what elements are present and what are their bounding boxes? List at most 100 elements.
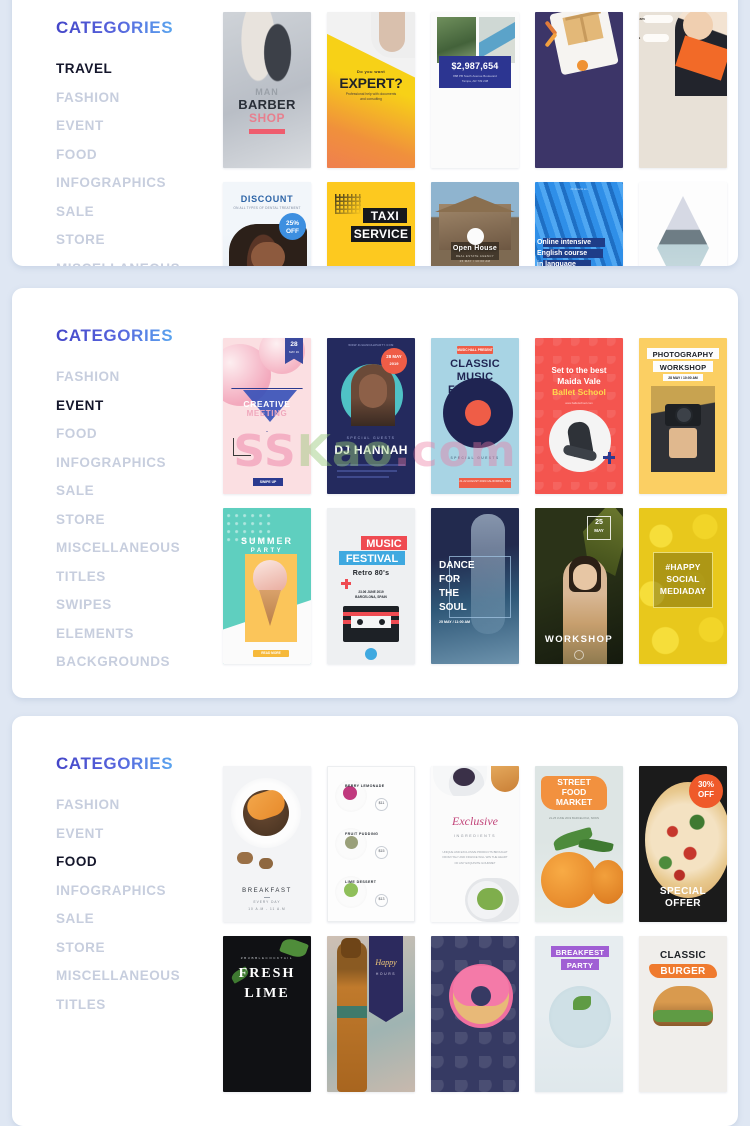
thumb-dj-hannah[interactable]: WWW.DJHANNAHPARTY.COM 28 MAY 2019 SPECIA… — [327, 338, 415, 494]
thumb-breakfest-party[interactable]: BREAKFEST PARTY — [535, 936, 623, 1092]
sidebar-item-swipes[interactable]: SWIPES — [56, 591, 221, 620]
thumb-item2: FRUIT PUDDING — [345, 832, 379, 836]
thumb-price: $2,987,654 — [451, 61, 499, 71]
thumb-fresh-lime-cocktail[interactable]: #BUBBLECOCKTAIL FRESH LIME — [223, 936, 311, 1092]
sidebar-item-infographics[interactable]: INFOGRAPHICS — [56, 449, 221, 478]
thumb-title: Open House — [452, 245, 498, 252]
thumb-line1: Online intensive — [537, 238, 592, 246]
thumb-title3: MARKET — [555, 797, 593, 807]
thumb-happy-hour-beer[interactable]: Happy HOURS — [327, 936, 415, 1092]
thumb-title: WORKSHOP — [544, 634, 614, 645]
thumb-city: Tampa, AR 739 238 — [461, 79, 489, 83]
thumb-breakfast-bowl[interactable]: BREAKFAST EVERY DAY 10 A.M - 11 A.M — [223, 766, 311, 922]
thumb-caption: SHOP — [248, 111, 285, 125]
sidebar-item-sale[interactable]: SALE — [56, 198, 221, 227]
thumb-title1: PHOTOGRAPHY — [652, 350, 714, 359]
sidebar-item-infographics[interactable]: INFOGRAPHICS — [56, 169, 221, 198]
sidebar-item-fashion[interactable]: FASHION — [56, 84, 221, 113]
thumb-dessert-menu[interactable]: BERRY LEMONADE FRUIT PUDDING LIME DESSER… — [327, 766, 415, 922]
sidebar-item-miscellaneous[interactable]: MISCELLANEOUS — [56, 534, 221, 563]
sidebar-item-food[interactable]: FOOD — [56, 420, 221, 449]
thumb-happy-social-media-day[interactable]: #HAPPY SOCIAL MEDIADAY — [639, 508, 727, 664]
thumb-kicker: MUSIC HALL PRESENT — [457, 347, 493, 352]
sidebar-item-miscellaneous[interactable]: MISCELLANEOUS — [56, 962, 221, 991]
thumb-line4: SOUL — [439, 602, 467, 613]
thumb-subtitle: Retro 80's — [352, 570, 390, 577]
thumb-line2: SOCIAL — [666, 574, 700, 584]
thumb-line2: Maida Vale — [557, 376, 601, 386]
thumbnail-row: DISCOUNT ON ALL TYPES OF DENTAL TREATMEN… — [223, 182, 727, 266]
thumb-delivery-box-illustration[interactable] — [535, 12, 623, 168]
thumb-exclusive-ingredients[interactable]: Exclusive INGREDIENTS UNIQUE AND EXCLUSI… — [431, 766, 519, 922]
thumb-date: 23.06 JUNE 2019 — [358, 590, 384, 594]
thumb-ballet-school[interactable]: Set to the best Maida Vale Ballet School… — [535, 338, 623, 494]
thumb-man-barber-shop[interactable]: MAN BARBER SHOP — [223, 12, 311, 168]
category-panel-event: CATEGORIES FASHION EVENT FOOD INFOGRAPHI… — [12, 288, 738, 698]
thumb-subtitle: ON ALL TYPES OF DENTAL TREATMENT — [233, 206, 301, 210]
thumb-classic-music-festival[interactable]: MUSIC HALL PRESENT CLASSIC MUSIC FESTIVA… — [431, 338, 519, 494]
sidebar-item-travel[interactable]: TRAVEL — [56, 55, 221, 84]
thumb-taxi-service[interactable]: TAXI SERVICE CALL NOW +7 (897) 465-343-1… — [327, 182, 415, 266]
thumb-real-estate-price[interactable]: $2,987,654 888 PB South Avenue Boulevard… — [431, 12, 519, 168]
sidebar-item-event[interactable]: EVENT — [56, 112, 221, 141]
thumb-line2: FOR — [439, 574, 461, 585]
thumb-title2: WORKSHOP — [659, 363, 707, 372]
sidebar-item-food[interactable]: FOOD — [56, 141, 221, 170]
thumb-title2: HOURS — [375, 972, 397, 976]
thumb-title1: CLASSIC — [660, 950, 706, 961]
thumbnail-row: MAN BARBER SHOP Do you want EXPERT? Prof… — [223, 12, 727, 168]
sidebar-item-sale[interactable]: SALE — [56, 905, 221, 934]
thumb-expert-question[interactable]: Do you want EXPERT? Professional help wi… — [327, 12, 415, 168]
sidebar-item-fashion[interactable]: FASHION — [56, 363, 221, 392]
thumb-street-food-market[interactable]: STREET FOOD MARKET 21-25 JUNE 2019 BARCE… — [535, 766, 623, 922]
thumb-title: EXPERT? — [339, 75, 403, 91]
sidebar-item-infographics[interactable]: INFOGRAPHICS — [56, 877, 221, 906]
thumb-item1: BERRY LEMONADE — [345, 784, 385, 788]
sidebar-item-elements[interactable]: ELEMENTS — [56, 620, 221, 649]
thumb-title2: PARTY — [566, 960, 594, 970]
thumb-online-english-course[interactable]: 20 June/11 am Online intensive English c… — [535, 182, 623, 266]
sidebar-travel: CATEGORIES TRAVEL FASHION EVENT FOOD INF… — [56, 18, 221, 266]
thumb-price1: $11 — [378, 801, 385, 805]
thumb-title1: CREATIVE — [243, 399, 291, 409]
thumb-classic-burger[interactable]: CLASSIC BURGER — [639, 936, 727, 1092]
thumb-woman-orange-folder[interactable]: 10:00 am Age 5+ years — [639, 12, 727, 168]
thumb-fashion-workshop[interactable]: 25 MAY WORKSHOP — [535, 508, 623, 664]
thumb-dance-for-the-soul[interactable]: DANCE FOR THE SOUL 25 MAY / 11:00 AM — [431, 508, 519, 664]
sidebar-item-store[interactable]: STORE — [56, 226, 221, 255]
thumb-cta: READ MORE — [261, 651, 281, 655]
thumb-month: MAY — [594, 528, 604, 533]
thumb-creative-meeting[interactable]: 28 MAY 19 CREATIVE MEETING SWIPE UP — [223, 338, 311, 494]
sidebar-item-fashion[interactable]: FASHION — [56, 791, 221, 820]
thumb-summer-party[interactable]: SUMMER PARTY READ MORE — [223, 508, 311, 664]
sidebar-item-event[interactable]: EVENT — [56, 820, 221, 849]
thumb-open-house[interactable]: Open House REAL ESTATE AGENCY 25 MAY / 1… — [431, 182, 519, 266]
thumb-title1: TAXI — [370, 209, 400, 223]
thumb-title2: BURGER — [660, 965, 706, 977]
thumb-subtitle: INGREDIENTS — [453, 834, 497, 838]
category-panel-travel: CATEGORIES TRAVEL FASHION EVENT FOOD INF… — [12, 0, 738, 266]
sidebar-item-store[interactable]: STORE — [56, 934, 221, 963]
sidebar-item-titles[interactable]: TITLES — [56, 991, 221, 1020]
sidebar-item-backgrounds[interactable]: BACKGROUNDS — [56, 648, 221, 677]
thumb-agency: REAL ESTATE AGENCY — [455, 254, 495, 258]
sidebar-item-miscellaneous[interactable]: MISCELLANEOUS — [56, 255, 221, 267]
thumb-pizza-special-offer[interactable]: 30% OFF SPECIAL OFFER — [639, 766, 727, 922]
thumb-caption: Professional help with documents and con… — [345, 92, 397, 101]
thumb-photography-workshop[interactable]: PHOTOGRAPHY WORKSHOP 28 MAY / 10:00 AM — [639, 338, 727, 494]
thumb-month: MAY 19 — [289, 350, 299, 354]
sidebar-item-event[interactable]: EVENT — [56, 392, 221, 421]
thumb-title1: BREAKFEST — [555, 947, 605, 957]
sidebar-item-sale[interactable]: SALE — [56, 477, 221, 506]
thumb-kicker: #BUBBLECOCKTAIL — [240, 956, 294, 960]
thumb-date: 28 MAY / 10:00 AM — [668, 375, 698, 380]
thumb-dental-discount[interactable]: DISCOUNT ON ALL TYPES OF DENTAL TREATMEN… — [223, 182, 311, 266]
thumb-music-festival-retro[interactable]: MUSIC FESTIVAL Retro 80's 23.06 JUNE 201… — [327, 508, 415, 664]
sidebar-item-food[interactable]: FOOD — [56, 848, 221, 877]
thumb-badge: 25% OFF — [285, 220, 299, 235]
thumb-price2: $15 — [378, 849, 385, 853]
thumb-donut-card[interactable] — [431, 936, 519, 1092]
sidebar-item-store[interactable]: STORE — [56, 506, 221, 535]
sidebar-item-titles[interactable]: TITLES — [56, 563, 221, 592]
thumb-spa-resort[interactable]: SPA RESORT HOTEL 9:00 AM - 9:00 PM Monda… — [639, 182, 727, 266]
